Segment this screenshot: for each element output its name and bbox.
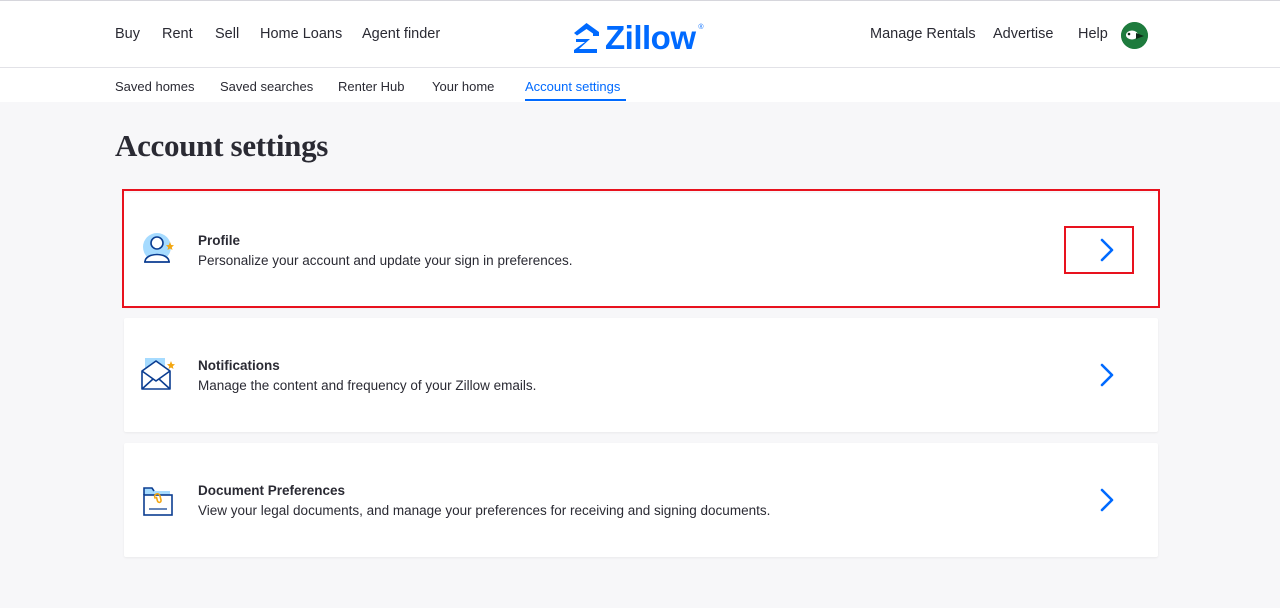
notifications-card-title: Notifications	[198, 358, 280, 373]
envelope-icon	[141, 358, 175, 390]
nav-agent-finder-link[interactable]: Agent finder	[362, 26, 440, 42]
nav-rent-link[interactable]: Rent	[162, 26, 193, 42]
profile-card-description: Personalize your account and update your…	[198, 253, 573, 268]
tab-saved-searches[interactable]: Saved searches	[220, 79, 313, 94]
tab-saved-homes[interactable]: Saved homes	[115, 79, 195, 94]
registered-mark: ®	[698, 24, 704, 31]
tab-account-settings[interactable]: Account settings	[525, 79, 620, 94]
tab-your-home[interactable]: Your home	[432, 79, 494, 94]
user-avatar-icon	[1121, 22, 1148, 49]
zillow-logo[interactable]: Zillow ®	[573, 18, 704, 56]
page-title: Account settings	[115, 128, 329, 163]
nav-help-link[interactable]: Help	[1078, 26, 1108, 42]
zillow-logo-icon	[574, 22, 599, 53]
notifications-card-description: Manage the content and frequency of your…	[198, 378, 537, 393]
nav-manage-rentals-link[interactable]: Manage Rentals	[870, 26, 976, 42]
top-navigation: Buy Rent Sell Home Loans Agent finder Zi…	[0, 0, 1280, 68]
nav-home-loans-link[interactable]: Home Loans	[260, 26, 342, 42]
nav-advertise-link[interactable]: Advertise	[993, 26, 1053, 42]
chevron-right-icon[interactable]	[1097, 486, 1117, 514]
active-tab-indicator	[525, 99, 626, 101]
zillow-logo-text: Zillow	[605, 18, 696, 56]
profile-card-title: Profile	[198, 233, 241, 248]
document-icon	[143, 487, 173, 516]
chevron-right-icon[interactable]	[1097, 361, 1117, 389]
document-preferences-card-description: View your legal documents, and manage yo…	[198, 503, 771, 518]
profile-card[interactable]: Profile Personalize your account and upd…	[124, 193, 1158, 307]
user-avatar[interactable]	[1121, 22, 1148, 49]
profile-icon	[143, 233, 174, 263]
account-subnav: Saved homes Saved searches Renter Hub Yo…	[0, 68, 1280, 102]
document-preferences-card-title: Document Preferences	[198, 483, 346, 498]
tab-renter-hub[interactable]: Renter Hub	[338, 79, 404, 94]
nav-buy-link[interactable]: Buy	[115, 26, 140, 42]
notifications-card[interactable]: Notifications Manage the content and fre…	[124, 318, 1158, 432]
chevron-right-icon[interactable]	[1097, 236, 1117, 264]
nav-sell-link[interactable]: Sell	[215, 26, 239, 42]
document-preferences-card[interactable]: Document Preferences View your legal doc…	[124, 443, 1158, 557]
